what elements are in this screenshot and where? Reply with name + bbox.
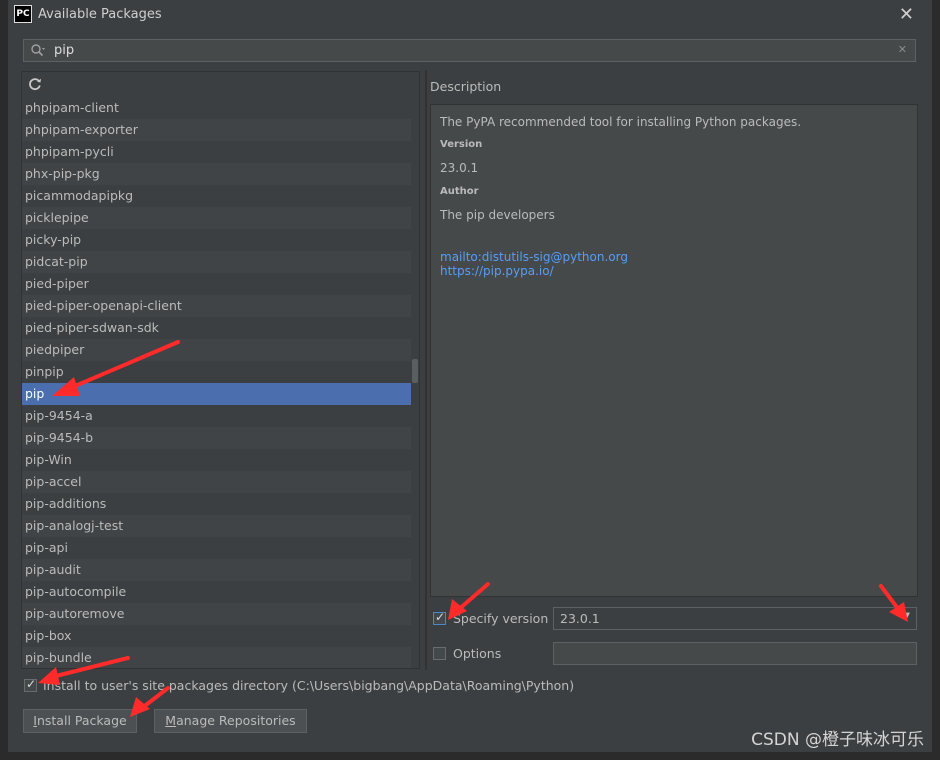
install-label: nstall Package (36, 713, 127, 728)
package-list-scrollbar[interactable] (411, 97, 419, 668)
package-list-item[interactable]: pied-piper-sdwan-sdk (22, 317, 411, 339)
package-list-item[interactable]: picklepipe (22, 207, 411, 229)
package-list-item[interactable]: pip-Win (22, 449, 411, 471)
package-list-item[interactable]: pip-box (22, 625, 411, 647)
package-list-item[interactable]: picammodapipkg (22, 185, 411, 207)
package-list: phpipam-client phpipam-exporter phpipam-py… (22, 97, 411, 668)
install-package-button[interactable]: Install Package (23, 709, 137, 733)
version-select[interactable]: 23.0.1 ▼ (553, 607, 917, 630)
search-box: ✕ (23, 39, 916, 62)
background-ide-right-edge (932, 0, 940, 760)
version-select-value: 23.0.1 (560, 611, 600, 626)
description-text: The PyPA recommended tool for installing… (440, 115, 802, 129)
title-bar: PC Available Packages ✕ (8, 0, 932, 30)
clear-search-icon[interactable]: ✕ (898, 43, 907, 56)
manage-mnemonic: M (165, 713, 177, 728)
list-toolbar (22, 72, 419, 96)
manage-label: anage Repositories (176, 713, 296, 728)
install-user-label: Install to user's site packages director… (43, 678, 575, 693)
author-heading: Author (440, 186, 479, 197)
package-list-item[interactable]: pip-autoremove (22, 603, 411, 625)
install-user-checkbox[interactable]: ✓ (24, 677, 37, 692)
package-list-item[interactable]: pip-additions (22, 493, 411, 515)
package-list-item[interactable]: pip-audit (22, 559, 411, 581)
package-list-item[interactable]: pip-autocompile (22, 581, 411, 603)
package-list-item[interactable]: pip-9454-a (22, 405, 411, 427)
package-list-item[interactable]: pidcat-pip (22, 251, 411, 273)
manage-repositories-button[interactable]: Manage Repositories (154, 709, 307, 733)
background-ide-bottom-edge (0, 752, 940, 760)
pycharm-logo-icon: PC (14, 5, 32, 23)
package-list-item[interactable]: phx-pip-pkg (22, 163, 411, 185)
search-input[interactable] (54, 42, 894, 59)
package-list-item[interactable]: pip-analogj-test (22, 515, 411, 537)
package-list-item[interactable]: phpipam-pycli (22, 141, 411, 163)
splitter[interactable] (425, 70, 427, 670)
package-list-item[interactable]: pied-piper (22, 273, 411, 295)
package-list-item[interactable]: picky-pip (22, 229, 411, 251)
package-list-item[interactable]: piedpiper (22, 339, 411, 361)
email-link[interactable]: mailto:distutils-sig@python.org (440, 250, 628, 264)
version-value: 23.0.1 (440, 161, 479, 175)
author-value: The pip developers (440, 208, 555, 222)
close-icon[interactable]: ✕ (899, 4, 914, 25)
specify-version-label: Specify version (453, 611, 549, 626)
package-list-item[interactable]: pip-9454-b (22, 427, 411, 449)
window-title: Available Packages (38, 7, 162, 22)
version-heading: Version (440, 139, 483, 150)
package-list-item[interactable]: pied-piper-openapi-client (22, 295, 411, 317)
description-label: Description (430, 79, 502, 94)
scrollbar-thumb[interactable] (412, 359, 418, 383)
chevron-down-icon: ▼ (902, 611, 910, 622)
options-input[interactable] (553, 642, 917, 665)
checkmark-icon: ✓ (26, 677, 37, 691)
search-icon[interactable] (30, 43, 46, 59)
options-checkbox[interactable] (433, 647, 446, 660)
package-list-item[interactable]: pip-bundle (22, 647, 411, 668)
package-list-item[interactable]: phpipam-exporter (22, 119, 411, 141)
package-list-pane: phpipam-client phpipam-exporter phpipam-py… (21, 71, 420, 669)
checkmark-icon: ✓ (435, 610, 446, 624)
refresh-icon[interactable] (27, 76, 43, 92)
package-list-item[interactable]: pip-accel (22, 471, 411, 493)
homepage-link[interactable]: https://pip.pypa.io/ (440, 264, 554, 278)
package-list-item[interactable]: pinpip (22, 361, 411, 383)
package-list-item[interactable]: pip-api (22, 537, 411, 559)
description-panel: The PyPA recommended tool for installing… (430, 104, 918, 597)
options-label: Options (453, 646, 502, 661)
package-list-item[interactable]: pip (22, 383, 411, 405)
watermark: CSDN @橙子味冰可乐 (751, 730, 924, 750)
package-list-item[interactable]: phpipam-client (22, 97, 411, 119)
specify-version-checkbox[interactable]: ✓ (433, 610, 446, 625)
background-ide-left-edge (0, 0, 8, 760)
